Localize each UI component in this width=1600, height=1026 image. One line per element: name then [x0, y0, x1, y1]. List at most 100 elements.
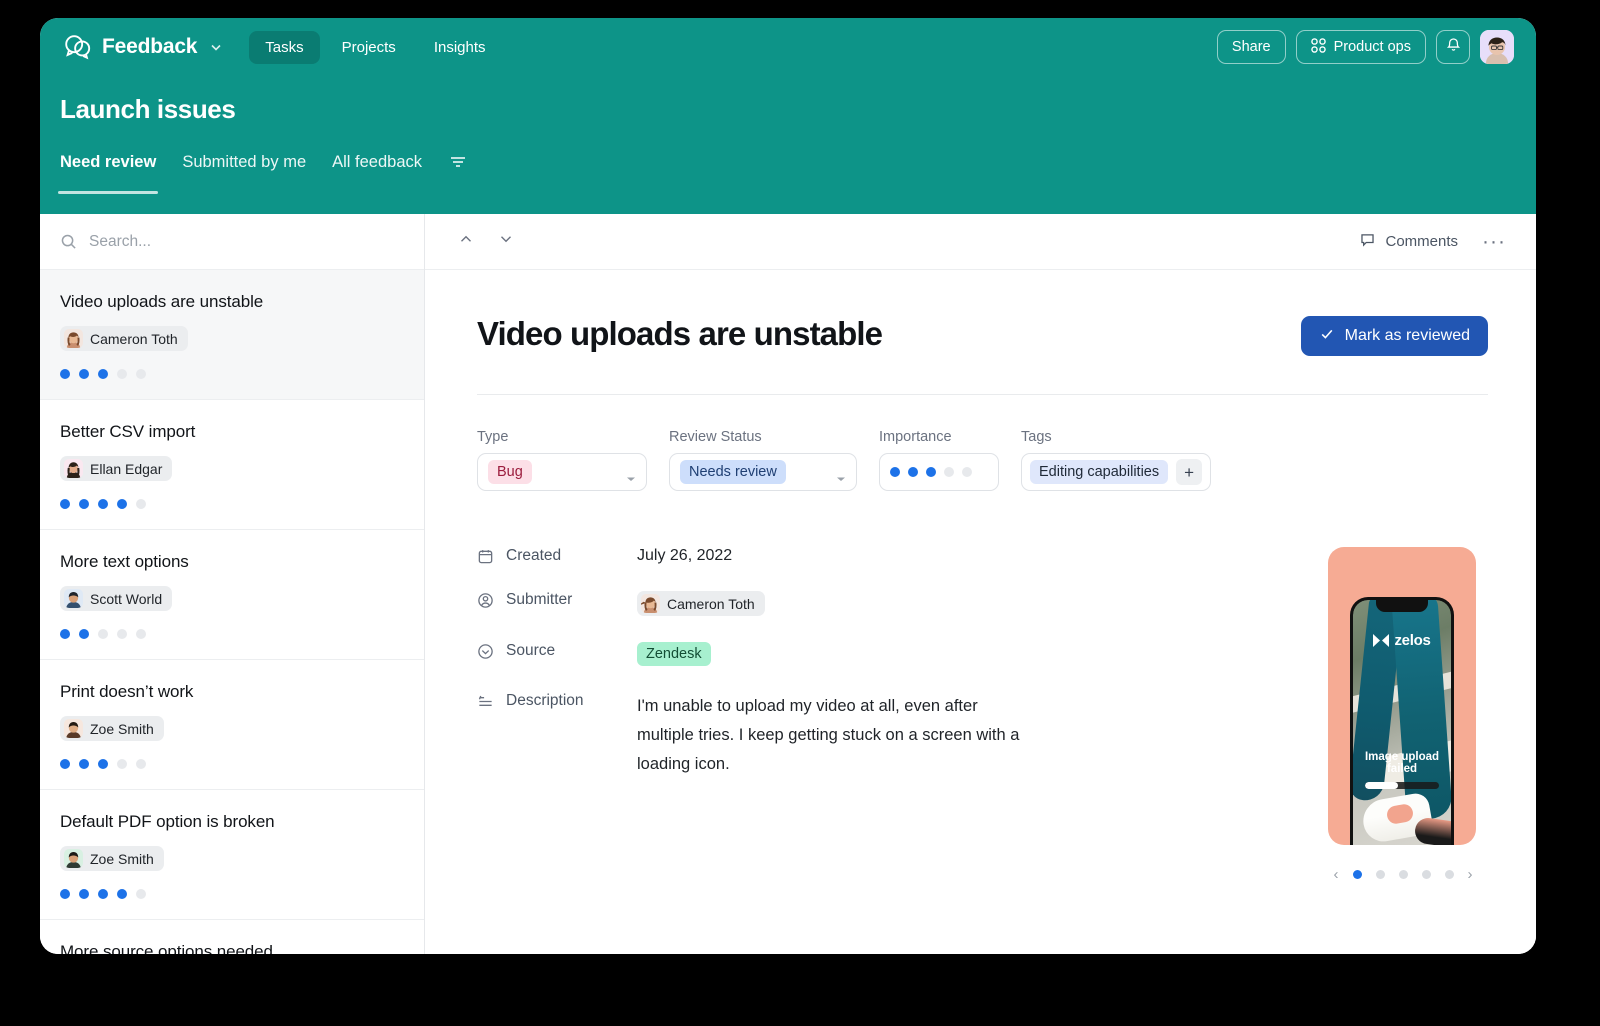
author-chip: Ellan Edgar: [60, 456, 173, 481]
workspace-label: Product ops: [1333, 39, 1411, 55]
properties-row: Type Bug Review Status Needs review Impo…: [477, 429, 1488, 491]
task-title: Better CSV import: [60, 422, 196, 441]
property-review-status: Review Status Needs review: [669, 429, 857, 491]
importance-dot[interactable]: [962, 467, 972, 477]
desktop-background: Feedback Tasks Projects Insights Share P…: [0, 0, 1600, 1026]
review-status-select[interactable]: Needs review: [669, 453, 857, 491]
chevron-down-icon[interactable]: [209, 40, 223, 54]
nav-tab-tasks[interactable]: Tasks: [249, 30, 320, 64]
carousel-dot[interactable]: [1444, 870, 1454, 879]
search-input[interactable]: [89, 232, 404, 251]
issue-title: Video uploads are unstable: [477, 315, 883, 352]
notifications-button[interactable]: [1436, 30, 1470, 64]
importance-dot: [60, 629, 70, 639]
importance-dot: [60, 759, 70, 769]
author-name: Zoe Smith: [90, 850, 154, 867]
list-item[interactable]: More text options Scott World: [40, 530, 424, 660]
importance-dot: [136, 369, 146, 379]
comments-button[interactable]: Comments: [1359, 231, 1458, 252]
mark-as-reviewed-button[interactable]: Mark as reviewed: [1300, 316, 1488, 356]
zelos-wordmark: zelos: [1394, 632, 1431, 649]
app-body: Video uploads are unstable Cameron Toth: [40, 214, 1536, 954]
brand[interactable]: Feedback: [62, 32, 223, 62]
list-item[interactable]: Video uploads are unstable Cameron Toth: [40, 270, 424, 400]
chat-bubbles-icon: [62, 32, 92, 62]
carousel-dot[interactable]: [1375, 870, 1385, 879]
add-tag-button[interactable]: +: [1176, 459, 1203, 485]
detail-toolbar: Comments ···: [425, 214, 1536, 270]
importance-dot[interactable]: [908, 467, 918, 477]
next-task-button[interactable]: [489, 225, 523, 259]
importance-dots: [890, 467, 972, 477]
check-icon: [1319, 326, 1335, 347]
detail-content: Video uploads are unstable Mark as revie…: [425, 270, 1536, 882]
search-bar[interactable]: [40, 214, 424, 270]
importance-dot: [79, 759, 89, 769]
task-title: More text options: [60, 552, 189, 571]
submitter-chip[interactable]: Cameron Toth: [637, 591, 765, 616]
tag-chip[interactable]: Editing capabilities: [1030, 460, 1169, 484]
avatar: [64, 589, 83, 608]
tags-field[interactable]: Editing capabilities +: [1021, 453, 1212, 491]
avatar[interactable]: [1480, 30, 1514, 64]
importance-dot: [79, 629, 89, 639]
property-label: Importance: [879, 429, 952, 445]
sub-tab-submitted-by-me[interactable]: Submitted by me: [182, 153, 306, 188]
sub-tab-need-review[interactable]: Need review: [57, 153, 159, 194]
importance-dot[interactable]: [890, 467, 900, 477]
list-item[interactable]: More source options needed: [40, 920, 424, 954]
workspace-switcher-button[interactable]: Product ops: [1295, 30, 1426, 64]
carousel-dot[interactable]: [1398, 870, 1408, 879]
filter-icon[interactable]: [448, 152, 468, 172]
more-options-button[interactable]: ···: [1482, 231, 1506, 252]
carousel-dot[interactable]: [1421, 870, 1431, 879]
zelos-mark-icon: [1373, 634, 1390, 647]
nav-actions: Share Product ops: [1216, 30, 1514, 64]
chevron-down-icon: [626, 469, 636, 481]
avatar: [64, 719, 83, 738]
nav-tab-insights[interactable]: Insights: [418, 31, 502, 64]
list-item[interactable]: Default PDF option is broken Zoe Smith: [40, 790, 424, 920]
source-tag[interactable]: Zendesk: [637, 642, 711, 666]
author-name: Cameron Toth: [90, 330, 178, 347]
chevron-right-icon[interactable]: ›: [1468, 867, 1473, 882]
author-name: Zoe Smith: [90, 720, 154, 737]
meta-label: Source: [477, 642, 637, 660]
nav-tab-projects[interactable]: Projects: [326, 31, 412, 64]
meta-list: Created July 26, 2022 Submitter Cameron …: [477, 547, 1157, 882]
importance-dots: [60, 369, 404, 379]
importance-dot: [98, 759, 108, 769]
sub-tabs: Need review Submitted by me All feedback: [40, 147, 1536, 194]
importance-dot: [117, 759, 127, 769]
importance-rating[interactable]: [879, 453, 999, 491]
importance-dots: [60, 499, 404, 509]
phone-screen: zelos Image upload failed: [1353, 600, 1451, 845]
avatar: [64, 849, 83, 868]
importance-dot: [117, 499, 127, 509]
type-select[interactable]: Bug: [477, 453, 647, 491]
chevron-up-icon: [457, 230, 475, 253]
carousel-dot[interactable]: [1352, 870, 1362, 879]
importance-dot[interactable]: [944, 467, 954, 477]
review-status-value: Needs review: [680, 460, 786, 484]
chevron-left-icon[interactable]: ‹: [1334, 867, 1339, 882]
avatar: [64, 329, 83, 348]
importance-dots: [60, 759, 404, 769]
importance-dot: [136, 499, 146, 509]
avatar: [641, 594, 660, 613]
phone-notch: [1376, 600, 1428, 612]
type-value: Bug: [488, 460, 532, 484]
importance-dot[interactable]: [926, 467, 936, 477]
previous-task-button[interactable]: [449, 225, 483, 259]
importance-dot: [60, 889, 70, 899]
task-title: Print doesn’t work: [60, 682, 194, 701]
attachment-card[interactable]: zelos Image upload failed: [1328, 547, 1476, 845]
importance-dot: [79, 369, 89, 379]
sub-tab-all-feedback[interactable]: All feedback: [332, 153, 422, 188]
list-item[interactable]: Print doesn’t work Zoe Smith: [40, 660, 424, 790]
list-item[interactable]: Better CSV import Ellan Edgar: [40, 400, 424, 530]
comment-icon: [1359, 231, 1376, 252]
share-button[interactable]: Share: [1216, 30, 1286, 64]
attachment-preview: zelos Image upload failed ‹ ›: [1328, 547, 1478, 882]
author-chip: Cameron Toth: [60, 326, 188, 351]
